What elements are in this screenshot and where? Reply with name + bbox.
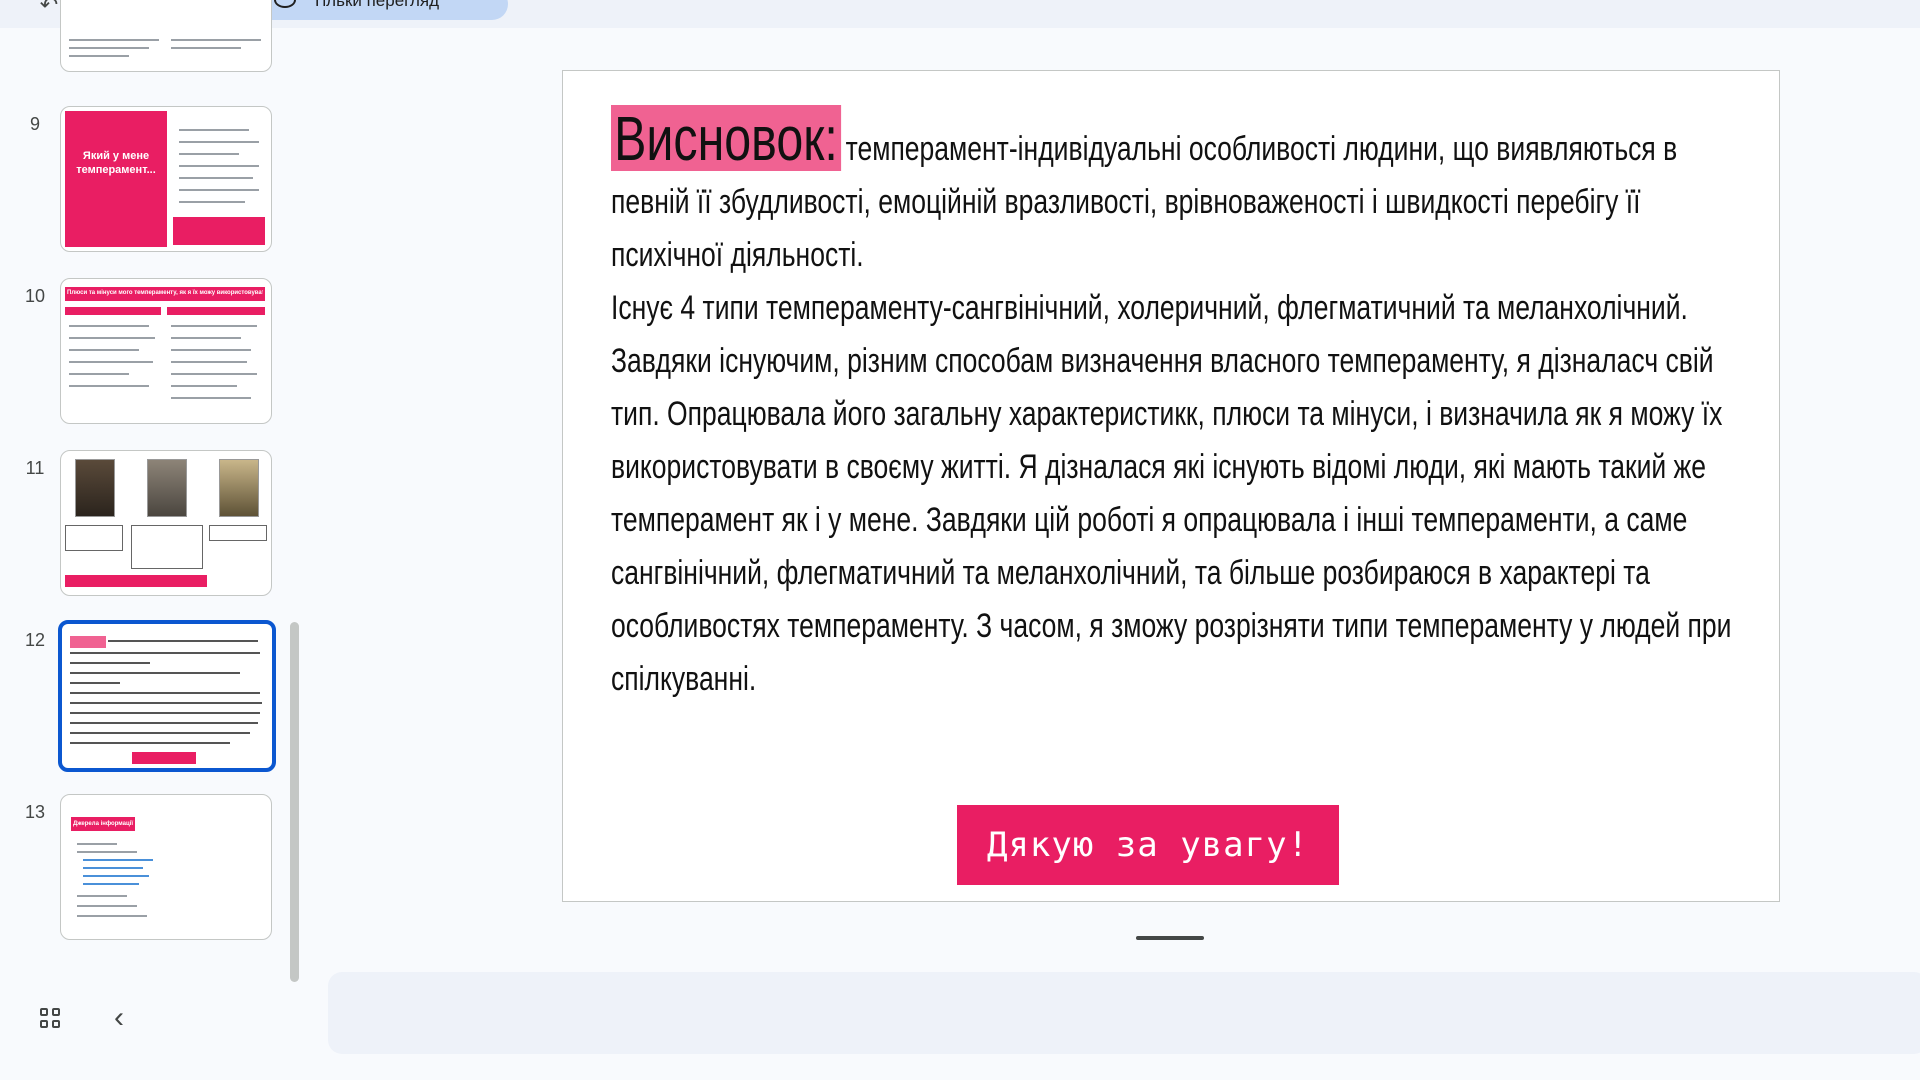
portrait-image: [75, 459, 115, 517]
conclusion-heading: Висновок:: [611, 105, 841, 171]
slide-thumbnail-13[interactable]: Джерела інформації: [60, 794, 272, 940]
types-paragraph: Існує 4 типи темпераменту-сангвінічний, …: [611, 289, 1688, 327]
view-only-label: Тільки перегляд: [312, 0, 440, 10]
slide-number: 9: [29, 114, 40, 134]
chevron-left-icon[interactable]: ‹: [108, 1000, 130, 1036]
slide-body-text: Висновок: темперамент-індивідуальні особл…: [611, 105, 1751, 706]
summary-paragraph: Завдяки існуючим, різним способам визнач…: [611, 342, 1732, 698]
slide-canvas: Висновок: темперамент-індивідуальні особл…: [562, 70, 1780, 902]
portrait-image: [147, 459, 187, 517]
slide-filmstrip: 9 Який у мене темперамент... 10 Плюси та…: [0, 0, 300, 982]
filmstrip-scrollbar[interactable]: [290, 622, 299, 982]
slide-number: 10: [24, 286, 46, 306]
slide-thumbnail-8[interactable]: [60, 0, 272, 72]
speaker-notes-panel[interactable]: [328, 972, 1920, 1054]
slide-thumbnail-9[interactable]: Який у мене темперамент...: [60, 106, 272, 252]
slide-thumbnail-10[interactable]: Плюси та мінуси мого темпераменту, як я …: [60, 278, 272, 424]
eye-icon: [274, 0, 296, 8]
view-only-mode-button[interactable]: Тільки перегляд: [256, 0, 508, 20]
grid-view-icon[interactable]: [40, 1008, 62, 1030]
slide-number: 12: [24, 630, 46, 650]
slide-number: 13: [24, 802, 46, 822]
thumb9-title: Який у мене темперамент...: [76, 150, 156, 176]
thumb13-header: Джерела інформації: [72, 821, 134, 827]
slide-thumbnail-12[interactable]: [58, 620, 276, 772]
conclusion-paragraph: Висновок: темперамент-індивідуальні особл…: [611, 105, 1751, 282]
slide-number: 11: [25, 458, 45, 478]
thumb10-header: Плюси та мінуси мого темпераменту, як я …: [67, 290, 263, 296]
notes-resize-handle[interactable]: [1136, 936, 1204, 940]
slide-thumbnail-11[interactable]: [60, 450, 272, 596]
thanks-banner: Дякую за увагу!: [957, 805, 1339, 885]
portrait-image: [219, 459, 259, 517]
top-toolbar: ↶ ⎙ ⌕ Тільки перегляд: [0, 0, 1920, 28]
